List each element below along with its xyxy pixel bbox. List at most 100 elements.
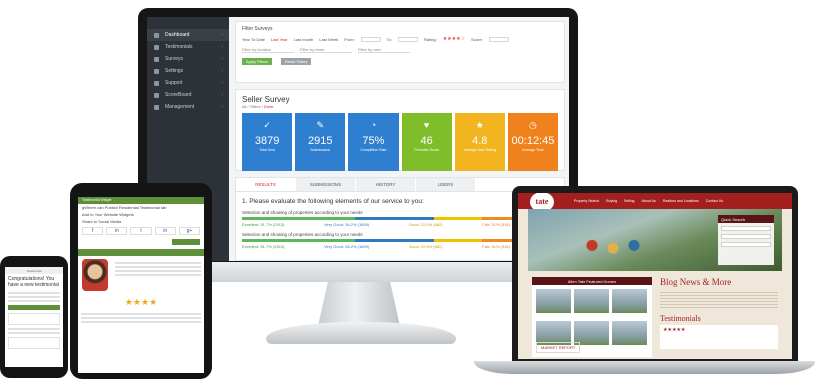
seller-survey-breadcrumb: All / Offers / Done: [242, 104, 274, 109]
user-filter[interactable]: Filter by user: [358, 47, 410, 53]
result-legend-item: Good: 22.0% (682): [408, 244, 443, 249]
quick-search-field[interactable]: [721, 234, 771, 239]
monitor-stand-foot: [266, 322, 456, 344]
laptop-base: [474, 361, 815, 374]
phone-screen: Testimonial Congratulations! You have a …: [5, 267, 63, 367]
quick-search-box: Quick Search: [718, 215, 774, 265]
social-share-button[interactable]: in: [106, 227, 128, 235]
sidebar-item-label: Testimonials: [165, 44, 193, 50]
result-bar: [242, 239, 559, 242]
sidebar-item-label: Dashboard: [165, 32, 190, 38]
rating-stars[interactable]: ★★★★☆: [443, 36, 465, 42]
chevron-right-icon: ›: [221, 32, 223, 38]
laptop-screen: tate Property Search Buying Selling About U…: [518, 193, 792, 359]
site-nav-link[interactable]: About Us: [642, 199, 656, 203]
result-bar: [242, 217, 559, 220]
range-ytd[interactable]: Year To Date: [242, 37, 265, 42]
stat-tile[interactable]: ♥ 46 Promoter Score: [401, 113, 452, 171]
sidebar-icon: [154, 80, 159, 86]
sidebar-item[interactable]: ScoreBoard ›: [147, 89, 229, 101]
sidebar-icon: [154, 92, 159, 98]
social-share-button[interactable]: in: [154, 227, 176, 235]
stat-label: Total Sent: [259, 148, 275, 152]
result-item: Selection and showing of properties acco…: [242, 232, 559, 249]
tab-submissions[interactable]: SUBMISSIONS: [296, 178, 356, 191]
stat-tile[interactable]: ✓ 3879 Total Sent: [242, 113, 293, 171]
stat-label: Average User Rating: [463, 148, 496, 152]
range-last-year[interactable]: Last Year: [271, 37, 288, 42]
sidebar-icon: [154, 104, 159, 110]
chevron-right-icon: ›: [221, 56, 223, 62]
kayakers-photo: [578, 237, 648, 265]
stat-tile[interactable]: ◔ 75% Completion Rate: [348, 113, 399, 171]
filter-surveys-panel: Filter Surveys Year To Date Last Year La…: [235, 21, 565, 83]
sidebar-item[interactable]: Dashboard ›: [147, 29, 229, 41]
team-filter[interactable]: Filter by team: [300, 47, 352, 53]
site-nav-link[interactable]: Buying: [606, 199, 617, 203]
question-text: 1. Please evaluate the following element…: [242, 198, 424, 205]
testimonial-card: ★★★★★: [660, 325, 778, 349]
filter-title: Filter Surveys: [242, 26, 273, 32]
tab-history[interactable]: HISTORY: [356, 178, 416, 191]
hero-image: Quick Search: [528, 209, 782, 271]
site-nav-link[interactable]: Realtors and Locations: [663, 199, 699, 203]
sidebar-item[interactable]: Settings ›: [147, 65, 229, 77]
from-date-input[interactable]: [360, 36, 381, 42]
tab-users[interactable]: USERS: [416, 178, 476, 191]
phone-title: Congratulations! You have a new testimon…: [8, 276, 59, 288]
house-thumbnail[interactable]: [574, 289, 609, 313]
market-report-link[interactable]: MARKET REPORT: [536, 342, 581, 353]
sidebar-item[interactable]: Testimonials ›: [147, 41, 229, 53]
phone-action-button[interactable]: [8, 305, 60, 310]
stat-value: 75%: [362, 135, 385, 147]
stat-value: 00:12:45: [511, 135, 555, 147]
stat-tile[interactable]: ★ 4.8 Average User Rating: [454, 113, 505, 171]
house-thumbnail[interactable]: [612, 321, 647, 345]
sidebar-icon: [154, 56, 159, 62]
result-item-label: Selection and showing of properties acco…: [242, 210, 363, 215]
tab-results[interactable]: RESULTS: [236, 178, 296, 191]
sidebar-icon: [154, 68, 159, 74]
stat-tile[interactable]: ◷ 00:12:45 Average Time: [507, 113, 559, 171]
score-label: Score:: [471, 36, 483, 42]
share-button[interactable]: [172, 239, 200, 245]
stat-icon: ✓: [263, 120, 271, 130]
sidebar-item[interactable]: Management ›: [147, 101, 229, 113]
site-nav-link[interactable]: Property Search: [574, 199, 599, 203]
phone-header: Testimonial: [5, 267, 63, 274]
site-nav: tate Property Search Buying Selling About U…: [518, 193, 792, 214]
stat-icon: ♥: [423, 120, 430, 130]
location-filter[interactable]: Filter by location: [242, 47, 294, 53]
blog-text: [660, 290, 778, 310]
site-nav-link[interactable]: Selling: [624, 199, 635, 203]
range-last-week[interactable]: Last Week: [319, 37, 338, 42]
blog-title: Blog News & More: [660, 277, 732, 287]
monitor-stand-neck: [318, 282, 400, 326]
social-share-button[interactable]: f: [82, 227, 104, 235]
to-label: To:: [386, 36, 393, 42]
sidebar-icon: [154, 44, 159, 50]
stat-label: Completion Rate: [360, 148, 387, 152]
score-select[interactable]: [488, 36, 509, 42]
range-last-month[interactable]: Last month: [294, 37, 314, 42]
to-date-input[interactable]: [398, 36, 419, 42]
rating-label: Rating:: [424, 36, 437, 42]
sidebar-icon: [154, 32, 159, 38]
sidebar-item[interactable]: Support ›: [147, 77, 229, 89]
social-share-button[interactable]: g+: [178, 227, 201, 235]
house-thumbnail[interactable]: [536, 289, 571, 313]
reset-filters-button[interactable]: Reset Filters: [281, 58, 312, 65]
result-legend-item: Good: 22.0% (682): [408, 222, 443, 227]
social-share-button[interactable]: t: [130, 227, 152, 235]
house-thumbnail[interactable]: [612, 289, 647, 313]
site-nav-link[interactable]: Contact Us: [706, 199, 723, 203]
quick-search-field[interactable]: [721, 242, 771, 247]
quick-search-field[interactable]: [721, 226, 771, 231]
stat-label: Submissions: [310, 148, 331, 152]
result-legend-item: Very Good: 36.2% (1809): [324, 244, 370, 249]
sidebar-item[interactable]: Surveys ›: [147, 53, 229, 65]
stat-tile[interactable]: ✎ 2915 Submissions: [295, 113, 346, 171]
chevron-right-icon: ›: [221, 80, 223, 86]
sidebar-item-label: Support: [165, 80, 183, 86]
apply-filters-button[interactable]: Apply Filters: [242, 58, 273, 65]
